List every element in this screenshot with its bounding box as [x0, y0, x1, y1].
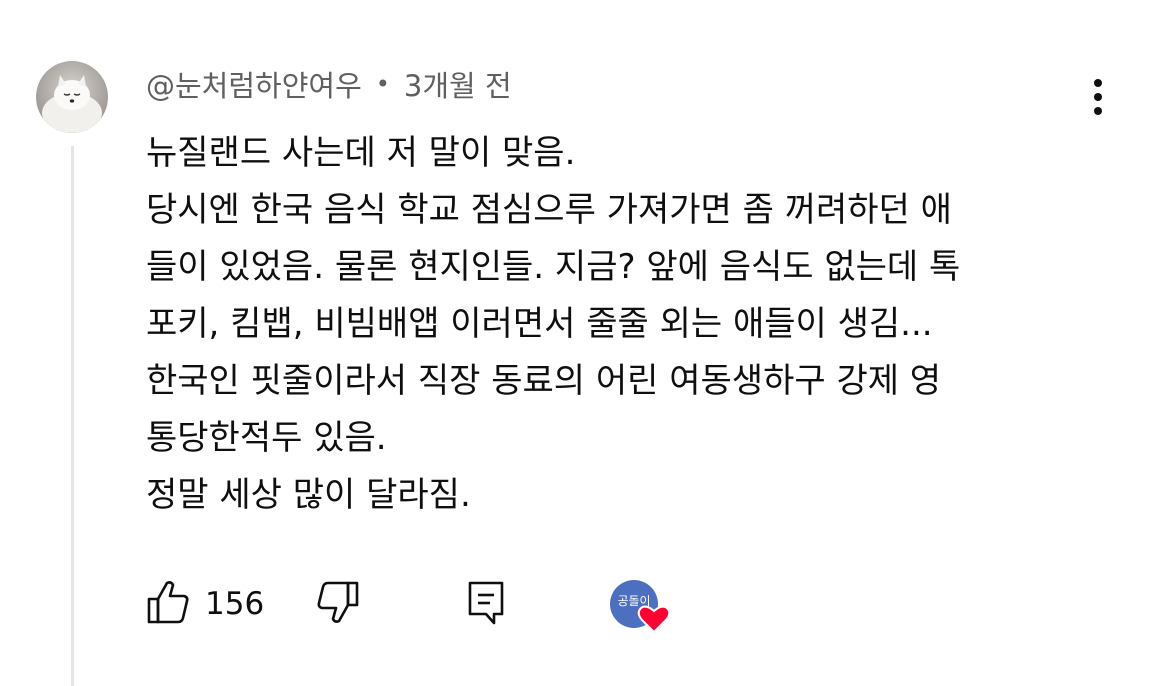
- comment-line: 들이 있었음. 물론 현지인들. 지금? 앞에 음식도 없는데 톡: [146, 247, 961, 287]
- vertical-ellipsis-icon: [1094, 79, 1102, 115]
- comment-line: 한국인 핏줄이라서 직장 동료의 어린 여동생하구 강제 영: [146, 361, 942, 401]
- arctic-fox-avatar-image: [36, 61, 108, 133]
- thumbs-down-icon: [317, 581, 359, 623]
- reply-comment-icon: [468, 581, 504, 625]
- thread-line: [71, 146, 74, 686]
- like-count: 156: [205, 586, 265, 622]
- more-actions-button[interactable]: [1078, 74, 1118, 120]
- comment-line: 정말 세상 많이 달라짐.: [146, 475, 471, 515]
- dislike-button[interactable]: [314, 578, 360, 630]
- comment-line: 당시엔 한국 음식 학교 점심으루 가져가면 좀 꺼려하던 애: [146, 190, 952, 230]
- comment-text: 뉴질랜드 사는데 저 말이 맞음. 당시엔 한국 음식 학교 점심으루 가져가면…: [146, 125, 1106, 524]
- reply-button[interactable]: [466, 578, 508, 630]
- comment-line: 포키, 킴뱁, 비빔배앱 이러면서 줄줄 외는 애들이 생김...: [146, 304, 933, 344]
- like-button[interactable]: [146, 578, 192, 630]
- avatar[interactable]: [36, 61, 108, 133]
- heart-icon: [637, 605, 671, 634]
- comment-line: 뉴질랜드 사는데 저 말이 맞음.: [146, 133, 576, 173]
- creator-heart-badge: 공돌이: [608, 580, 672, 636]
- comment-timestamp[interactable]: 3개월 전: [404, 63, 512, 105]
- meta-separator: •: [375, 70, 390, 98]
- thumbs-up-icon: [147, 581, 189, 624]
- author-name[interactable]: @눈처럼하얀여우: [146, 63, 362, 105]
- comment-header: @눈처럼하얀여우 • 3개월 전: [146, 64, 512, 104]
- comment-line: 통당한적두 있음.: [146, 418, 387, 458]
